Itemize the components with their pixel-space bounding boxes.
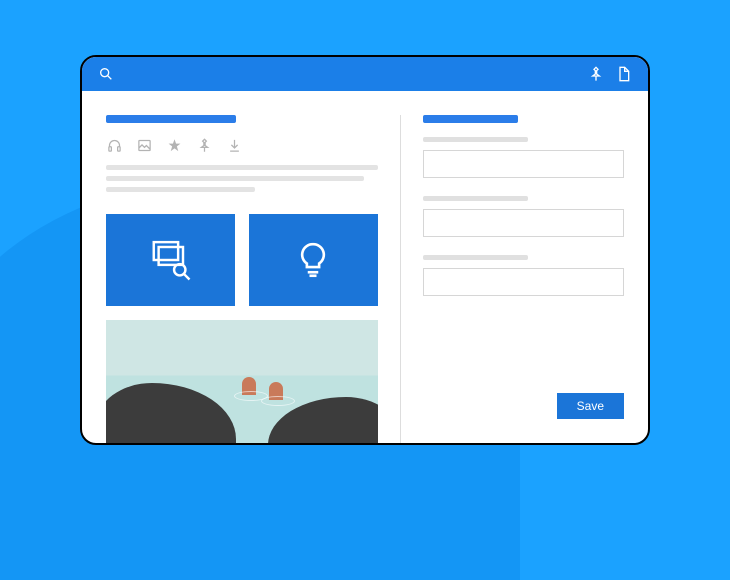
button-row: Save xyxy=(423,393,624,419)
field-label-2 xyxy=(423,196,528,201)
file-icon[interactable] xyxy=(614,64,634,84)
field-input-3[interactable] xyxy=(423,268,624,296)
save-button[interactable]: Save xyxy=(557,393,624,419)
content-toolbar xyxy=(106,137,378,153)
content-area: Save xyxy=(82,91,648,443)
app-window: Save xyxy=(80,55,650,445)
main-title-placeholder xyxy=(106,115,236,123)
field-label-1 xyxy=(423,137,528,142)
field-input-2[interactable] xyxy=(423,209,624,237)
image-icon[interactable] xyxy=(136,137,152,153)
search-icon[interactable] xyxy=(96,64,116,84)
pin-tool-icon[interactable] xyxy=(196,137,212,153)
star-icon[interactable] xyxy=(166,137,182,153)
form-field-3 xyxy=(423,255,624,296)
side-panel: Save xyxy=(400,115,624,443)
field-label-3 xyxy=(423,255,528,260)
form-field-1 xyxy=(423,137,624,178)
hero-image xyxy=(106,320,378,443)
card-row xyxy=(106,214,378,306)
side-title-placeholder xyxy=(423,115,518,123)
form-field-2 xyxy=(423,196,624,237)
body-text-placeholder xyxy=(106,165,378,198)
main-panel xyxy=(106,115,378,443)
headphones-icon[interactable] xyxy=(106,137,122,153)
field-input-1[interactable] xyxy=(423,150,624,178)
lightbulb-card[interactable] xyxy=(249,214,378,306)
titlebar xyxy=(82,57,648,91)
download-icon[interactable] xyxy=(226,137,242,153)
gallery-search-card[interactable] xyxy=(106,214,235,306)
pin-icon[interactable] xyxy=(586,64,606,84)
